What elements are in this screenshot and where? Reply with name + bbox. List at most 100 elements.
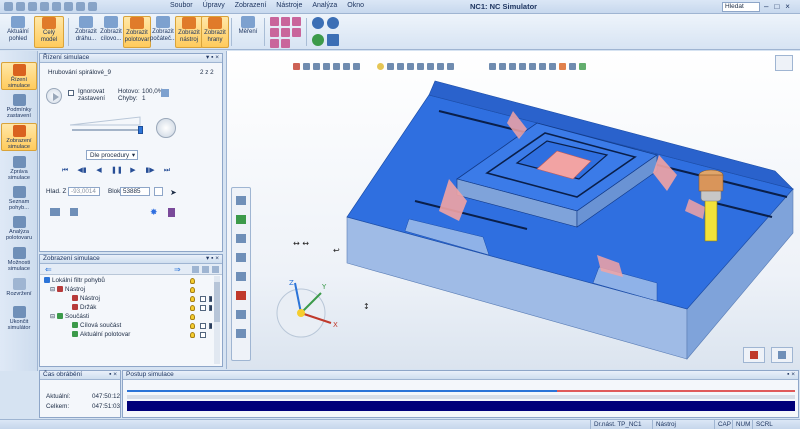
tool-settings-icon[interactable] [70,208,78,216]
zoom-window-icon[interactable] [327,17,339,29]
mode-select[interactable]: Dle procedury ▾ [86,150,138,160]
speed-slider[interactable] [72,129,142,131]
show-stock-button[interactable]: Zobrazit polotovar [123,16,151,48]
visibility-bulb-icon[interactable] [190,305,195,311]
play-button[interactable] [46,88,62,104]
option-checkbox[interactable] [200,296,206,302]
close-icon[interactable]: × [785,2,790,11]
maximize-icon[interactable]: □ [774,2,779,11]
arrow-left-icon[interactable]: ⇐ [45,265,52,274]
paste-icon[interactable] [64,2,73,11]
visibility-bulb-icon[interactable] [190,287,195,293]
view-cube-icon[interactable] [292,17,301,26]
search-input[interactable]: Hledat [722,2,760,12]
zoom-fit-icon[interactable] [312,33,324,46]
undo-icon[interactable] [16,2,25,11]
current-view-button[interactable]: Aktuální pohled [4,16,32,48]
nav-layout[interactable]: Rozvržení [1,277,37,297]
view-cube-icon[interactable] [292,28,301,37]
view-cube-icon[interactable] [281,28,290,37]
forward-icon[interactable]: ▶ [128,167,138,175]
view-cube-icon[interactable] [281,17,290,26]
nav-exit-simulator[interactable]: Ukončit simulátor [1,305,37,331]
visibility-bulb-icon[interactable] [190,296,195,302]
copy-icon[interactable] [52,2,61,11]
arrow-right-icon[interactable]: ⇒ [174,265,181,274]
nav-stop-conditions[interactable]: Podmínky zastavení [1,93,37,119]
step-back-icon[interactable]: ◀▮ [77,167,87,175]
nav-stock-analysis[interactable]: Analýza polotovaru [1,215,37,241]
show-toolpath-button[interactable]: Zobrazit dráhu... [72,16,100,48]
color-swatch[interactable] [209,296,212,302]
nav-motion-list[interactable]: Seznam pohyb... [1,185,37,211]
quick-access-toolbar[interactable] [4,2,97,11]
tree-row-tool-group[interactable]: ⊟ Nástroj [50,285,85,294]
show-initial-stock-button[interactable]: Zobrazit počáteč... [149,16,177,48]
stop-icon[interactable] [168,208,175,217]
dropdown-icon[interactable] [88,2,97,11]
menu-zobrazeni[interactable]: Zobrazení [235,2,267,9]
color-swatch[interactable] [209,323,212,329]
option-checkbox[interactable] [200,305,206,311]
nav-simulation-report[interactable]: Zpráva simulace [1,155,37,181]
minimize-icon[interactable]: – [764,2,768,11]
back-icon[interactable]: ◀ [94,167,104,175]
tree-row-target[interactable]: Cílová součást [72,321,121,330]
view-options-button[interactable] [743,347,765,363]
visibility-bulb-icon[interactable] [190,314,195,320]
tree-row-filter[interactable]: Lokální filtr pohybů [44,276,105,285]
report-icon[interactable] [161,89,169,97]
view-cube-icon[interactable] [270,28,279,37]
menu-soubor[interactable]: Soubor [170,2,193,9]
nav-simulation-control[interactable]: Řízení simulace [1,62,37,90]
pause-icon[interactable]: ❚❚ [111,167,123,175]
goto-block-button[interactable] [154,187,163,196]
pan-icon[interactable] [327,33,339,46]
pin-close-icons[interactable]: ▾ ▪ × [206,54,219,62]
pin-close-icons[interactable]: ▪ × [787,371,795,379]
hladz-field[interactable]: -93,0014 [68,187,100,196]
ignore-stop-checkbox[interactable] [68,90,74,96]
first-icon[interactable]: ⏮ [60,167,70,175]
show-tool-button[interactable]: Zobrazit nástroj [175,16,203,48]
toggle-icon[interactable] [192,266,199,273]
option-checkbox[interactable] [200,332,206,338]
color-swatch[interactable] [209,305,212,311]
blok-field[interactable]: 53885 [120,187,150,196]
menu-upravy[interactable]: Úpravy [203,2,225,9]
cut-icon[interactable] [40,2,49,11]
speed-reset-button[interactable] [156,118,176,138]
tree-row-holder[interactable]: Držák [72,303,96,312]
visibility-bulb-icon[interactable] [190,332,195,338]
simulation-viewport[interactable]: ↔ ↔ ↩ ↕ Y X Z [226,51,800,369]
tree-row-parts[interactable]: ⊟ Součásti [50,312,89,321]
nav-simulation-options[interactable]: Možnosti simulace [1,246,37,272]
menu-analyza[interactable]: Analýza [312,2,337,9]
toggle-icon[interactable] [202,266,209,273]
menu-nastroje[interactable]: Nástroje [276,2,302,9]
view-cube-icon[interactable] [270,39,279,48]
speed-slider-thumb[interactable] [137,126,143,134]
scrollbar-thumb[interactable] [214,282,220,322]
print-icon[interactable] [76,2,85,11]
view-options-button[interactable] [771,347,793,363]
redo-icon[interactable] [28,2,37,11]
nav-simulation-display[interactable]: Zobrazení simulace [1,123,37,151]
last-icon[interactable]: ⏭ [162,167,172,175]
zoom-icon[interactable] [312,17,324,29]
show-edges-button[interactable]: Zobrazit hrany [201,16,229,48]
view-cube-icon[interactable] [281,39,290,48]
option-checkbox[interactable] [200,323,206,329]
toggle-icon[interactable] [212,266,219,273]
visibility-bulb-icon[interactable] [190,323,195,329]
show-target-button[interactable]: Zobrazit cílovo... [97,16,125,48]
visibility-bulb-icon[interactable] [190,278,195,284]
view-cube-icon[interactable] [270,17,279,26]
menu-okno[interactable]: Okno [347,2,364,9]
pin-close-icons[interactable]: ▪ × [109,371,117,379]
save-icon[interactable] [4,2,13,11]
full-model-button[interactable]: Celý model [34,16,64,48]
settings-gear-icon[interactable]: ✸ [150,208,159,217]
stock-export-icon[interactable] [50,208,60,216]
measure-button[interactable]: Měření [234,16,262,48]
